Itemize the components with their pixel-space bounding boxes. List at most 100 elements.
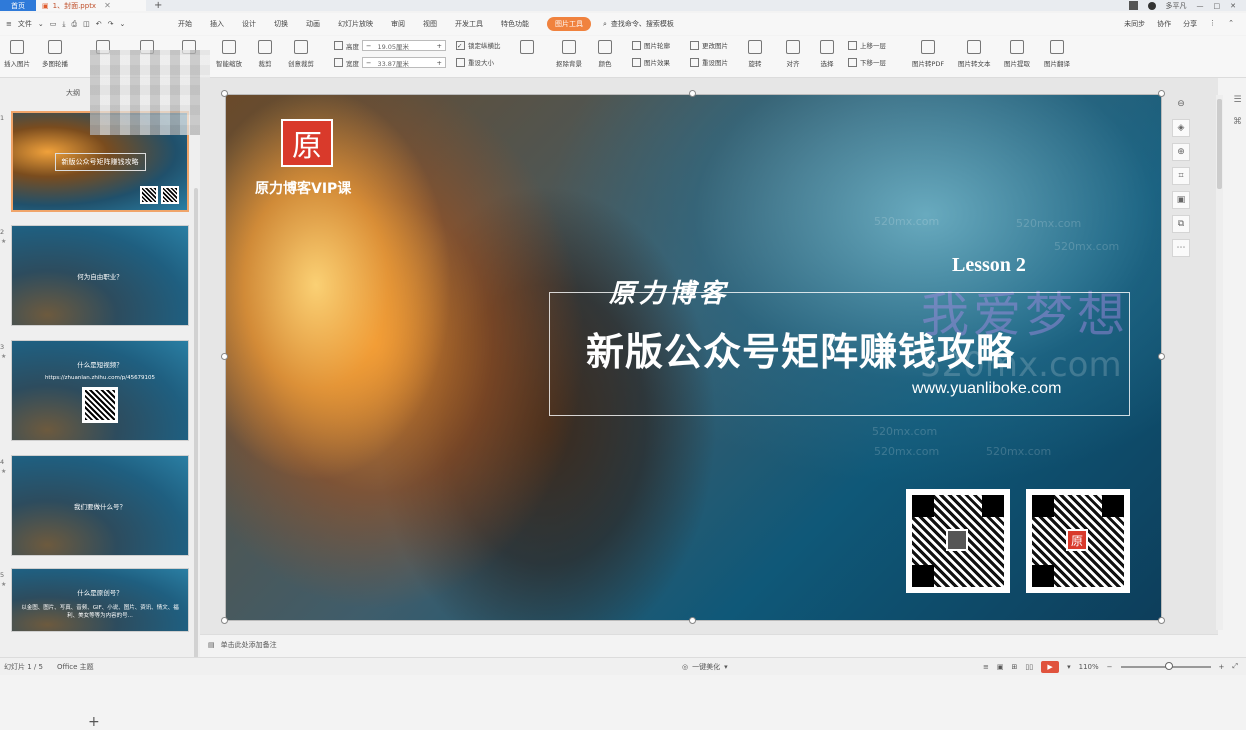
command-search[interactable]: ⌕ 查找命令、搜索模板 bbox=[603, 19, 674, 29]
picture-to-pdf-button[interactable]: 图片转PDF bbox=[912, 40, 944, 68]
fit-window-icon[interactable]: ⤢ bbox=[1232, 662, 1238, 671]
tab-insert[interactable]: 插入 bbox=[210, 19, 224, 29]
height-stepper[interactable]: −19.05厘米+ bbox=[362, 40, 446, 51]
tab-document[interactable]: ▣ 1、封面.pptx ✕ bbox=[36, 0, 146, 11]
menu-icon[interactable]: ≡ bbox=[6, 20, 12, 28]
add-tab-button[interactable]: + bbox=[154, 0, 162, 11]
zoom-in-button[interactable]: + bbox=[1219, 663, 1225, 671]
picture-adjust-button[interactable] bbox=[520, 40, 534, 58]
crop-button[interactable]: 裁剪 bbox=[258, 40, 272, 68]
save-icon[interactable]: ▭ bbox=[50, 20, 57, 28]
picture-frame-icon[interactable]: ▣ bbox=[1172, 191, 1190, 209]
lock-aspect-ratio-checkbox[interactable]: ✓ 锁定纵横比 bbox=[456, 40, 501, 50]
add-slide-button[interactable]: + bbox=[88, 714, 100, 730]
badge-icon[interactable] bbox=[1129, 1, 1138, 10]
file-menu[interactable]: 文件 bbox=[18, 19, 32, 29]
resize-handle-left[interactable] bbox=[221, 353, 228, 360]
copy-picture-icon[interactable]: ⧉ bbox=[1172, 215, 1190, 233]
height-increase-icon[interactable]: + bbox=[434, 42, 445, 50]
picture-to-text-button[interactable]: 图片转文本 bbox=[958, 40, 991, 68]
zoom-icon[interactable]: ⊕ bbox=[1172, 143, 1190, 161]
tab-design[interactable]: 设计 bbox=[242, 19, 256, 29]
tab-animation[interactable]: 动画 bbox=[306, 19, 320, 29]
more-tools-icon[interactable]: ⋯ bbox=[1172, 239, 1190, 257]
multi-picture-carousel-button[interactable]: 多图轮播 bbox=[42, 40, 68, 68]
notes-toggle-icon[interactable]: ≡ bbox=[983, 663, 989, 671]
tab-picture-tools[interactable]: 图片工具 bbox=[547, 17, 591, 31]
close-window-icon[interactable]: ✕ bbox=[1230, 2, 1236, 10]
user-name[interactable]: 多平凡 bbox=[1166, 1, 1187, 11]
format-icon[interactable]: ⌘ bbox=[1233, 117, 1242, 127]
beautify-button[interactable]: ◎ 一键美化 ▾ bbox=[682, 662, 728, 672]
slide-thumbnail-5[interactable]: 什么是原创号？ 以金图、图片、写真、音频、GIF、小说、图片、资讯、情文、福利、… bbox=[11, 568, 189, 632]
slide-picture[interactable]: 原 原力博客VIP课 520mx.com 520mx.com 520mx.com… bbox=[225, 94, 1162, 621]
zoom-slider[interactable] bbox=[1121, 666, 1211, 668]
slide-thumbnail-3[interactable]: 什么是短视频？ https://zhuanlan.zhihu.com/p/456… bbox=[11, 340, 189, 441]
tab-home[interactable]: 首页 bbox=[0, 0, 36, 11]
change-picture-button[interactable]: 更改图片 bbox=[690, 40, 728, 50]
slide-thumbnail-2[interactable]: 何为自由职业？ bbox=[11, 225, 189, 326]
tab-transition[interactable]: 切换 bbox=[274, 19, 288, 29]
tab-review[interactable]: 审阅 bbox=[391, 19, 405, 29]
tab-start[interactable]: 开始 bbox=[178, 19, 192, 29]
creative-crop-button[interactable]: 创意裁剪 bbox=[288, 40, 314, 68]
width-value[interactable]: 33.87厘米 bbox=[374, 58, 433, 68]
resize-handle-bottom-right[interactable] bbox=[1158, 617, 1165, 624]
resize-handle-bottom-left[interactable] bbox=[221, 617, 228, 624]
picture-translate-button[interactable]: 图片翻译 bbox=[1044, 40, 1070, 68]
preview-icon[interactable]: ◫ bbox=[83, 20, 90, 28]
tab-slideshow[interactable]: 幻灯片放映 bbox=[338, 19, 373, 29]
print-icon[interactable]: ⎙ bbox=[71, 20, 77, 29]
vertical-scrollbar[interactable] bbox=[1216, 95, 1223, 630]
zoom-slider-knob[interactable] bbox=[1165, 662, 1173, 670]
picture-extract-button[interactable]: 图片提取 bbox=[1004, 40, 1030, 68]
height-decrease-icon[interactable]: − bbox=[363, 42, 374, 50]
resize-handle-right[interactable] bbox=[1158, 353, 1165, 360]
collaborate-button[interactable]: 协作 bbox=[1157, 19, 1171, 29]
resize-handle-top-right[interactable] bbox=[1158, 90, 1165, 97]
sync-button[interactable]: 未同步 bbox=[1124, 19, 1145, 29]
normal-view-icon[interactable]: ▣ bbox=[997, 663, 1004, 671]
width-increase-icon[interactable]: + bbox=[434, 59, 445, 67]
resize-handle-top-left[interactable] bbox=[221, 90, 228, 97]
outline-tab[interactable]: 大纲 bbox=[66, 88, 80, 98]
height-value[interactable]: 19.05厘米 bbox=[374, 41, 433, 51]
tab-view[interactable]: 视图 bbox=[423, 19, 437, 29]
bring-forward-button[interactable]: 上移一层 bbox=[848, 40, 886, 50]
width-decrease-icon[interactable]: − bbox=[363, 59, 374, 67]
export-icon[interactable]: ⤓ bbox=[62, 20, 65, 29]
resize-handle-top[interactable] bbox=[689, 90, 696, 97]
smart-zoom-button[interactable]: 智能缩放 bbox=[216, 40, 242, 68]
more-options-icon[interactable]: ⋮ bbox=[1209, 19, 1216, 29]
avatar[interactable] bbox=[1148, 2, 1156, 10]
picture-effect-button[interactable]: 图片效果 bbox=[632, 57, 670, 67]
reset-size-button[interactable]: 重设大小 bbox=[456, 57, 494, 67]
reset-picture-button[interactable]: 重设图片 bbox=[690, 57, 728, 67]
sorter-view-icon[interactable]: ⊞ bbox=[1012, 663, 1018, 671]
chevron-down-icon[interactable]: ⌄ bbox=[38, 20, 44, 28]
chevron-down-icon[interactable]: ▾ bbox=[1067, 663, 1071, 671]
thumbnail-scrollbar[interactable] bbox=[194, 188, 198, 668]
tab-developer[interactable]: 开发工具 bbox=[455, 19, 483, 29]
play-slideshow-button[interactable]: ▶ bbox=[1041, 661, 1059, 673]
reading-view-icon[interactable]: ▯▯ bbox=[1025, 663, 1033, 671]
slide-thumbnail-4[interactable]: 我们要做什么号？ bbox=[11, 455, 189, 556]
share-button[interactable]: 分享 bbox=[1183, 19, 1197, 29]
rotate-button[interactable]: 旋转 bbox=[748, 40, 762, 68]
notes-area[interactable]: ▤ 单击此处添加备注 bbox=[200, 634, 1218, 654]
collapse-ribbon-icon[interactable]: ⌃ bbox=[1228, 19, 1234, 29]
insert-picture-button[interactable]: 插入图片 bbox=[4, 40, 30, 68]
width-stepper[interactable]: −33.87厘米+ bbox=[362, 57, 446, 68]
tab-features[interactable]: 特色功能 bbox=[501, 19, 529, 29]
redo-icon[interactable]: ↷ bbox=[108, 20, 114, 28]
collapse-icon[interactable]: ⊖ bbox=[1172, 95, 1190, 113]
minimize-icon[interactable]: — bbox=[1197, 2, 1204, 10]
close-tab-icon[interactable]: ✕ bbox=[104, 1, 111, 10]
picture-outline-button[interactable]: 图片轮廓 bbox=[632, 40, 670, 50]
send-backward-button[interactable]: 下移一层 bbox=[848, 57, 886, 67]
select-button[interactable]: 选择 bbox=[820, 40, 834, 68]
remove-background-button[interactable]: 抠除背景 bbox=[556, 40, 582, 68]
crop-tool-icon[interactable]: ⌗ bbox=[1172, 167, 1190, 185]
resize-handle-bottom[interactable] bbox=[689, 617, 696, 624]
properties-icon[interactable]: ☰ bbox=[1233, 95, 1241, 105]
